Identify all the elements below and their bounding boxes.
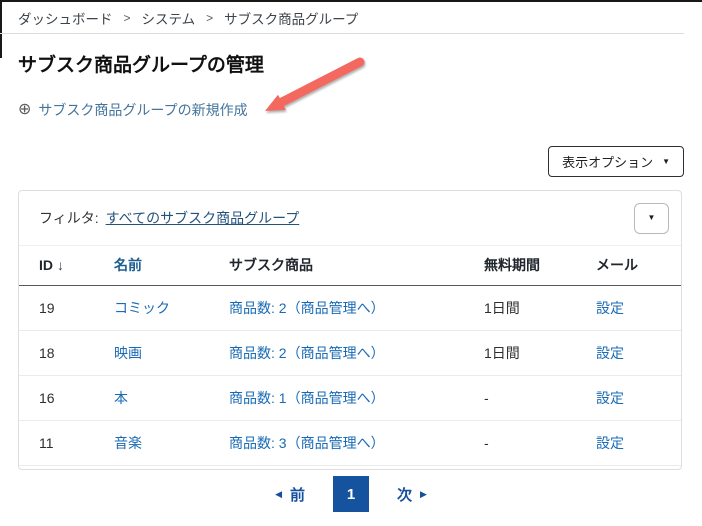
filter-dropdown-button[interactable]: ▼ [634, 202, 669, 234]
window-left-border [0, 0, 2, 58]
filter-value-link[interactable]: すべてのサブスク商品グループ [106, 208, 300, 228]
group-list-panel: フィルタ: すべてのサブスク商品グループ ▼ ID ↓ 名前 サブスク商品 無料期… [18, 190, 682, 470]
group-name-link[interactable]: コミック [114, 300, 170, 316]
column-header-free-period: 無料期間 [484, 246, 596, 286]
right-arrow-icon: ▶ [420, 488, 427, 499]
cell-free-period: - [484, 420, 596, 466]
caret-down-icon: ▼ [647, 213, 656, 222]
breadcrumb-separator: > [206, 11, 214, 25]
table-header-row: ID ↓ 名前 サブスク商品 無料期間 メール [19, 246, 681, 286]
column-header-id-label: ID [39, 257, 53, 274]
cell-free-period: 1日間 [484, 285, 596, 331]
display-options-label: 表示オプション [562, 155, 654, 170]
column-header-name[interactable]: 名前 [114, 246, 229, 286]
pagination-prev-label: 前 [289, 486, 305, 504]
cell-free-period: - [484, 375, 596, 421]
cell-id: 18 [19, 330, 114, 376]
cell-id: 16 [19, 375, 114, 421]
left-arrow-icon: ◀ [275, 488, 282, 499]
products-link[interactable]: 商品数: 2（商品管理へ） [229, 345, 385, 361]
display-options-button[interactable]: 表示オプション ▼ [548, 146, 684, 177]
filter-label: フィルタ: [39, 210, 99, 226]
pagination-next-label: 次 [397, 486, 413, 504]
breadcrumb-item-dashboard[interactable]: ダッシュボード [18, 8, 113, 28]
products-link[interactable]: 商品数: 3（商品管理へ） [229, 435, 385, 451]
column-header-id[interactable]: ID ↓ [19, 246, 114, 286]
create-group-link-label: サブスク商品グループの新規作成 [38, 102, 248, 118]
filter-bar: フィルタ: すべてのサブスク商品グループ ▼ [19, 191, 681, 246]
breadcrumb-separator: > [123, 11, 131, 25]
products-link[interactable]: 商品数: 1（商品管理へ） [229, 390, 385, 406]
breadcrumb-divider [0, 33, 684, 34]
circle-plus-icon: ⊕ [18, 101, 32, 118]
column-header-products: サブスク商品 [229, 246, 484, 286]
cell-id: 11 [19, 420, 114, 466]
breadcrumb-item-system[interactable]: システム [142, 8, 196, 28]
pagination: ◀ 前 1 次 ▶ [0, 476, 702, 512]
pagination-prev[interactable]: ◀ 前 [275, 484, 305, 505]
caret-down-icon: ▼ [662, 156, 670, 166]
table-row: 18 映画 商品数: 2（商品管理へ） 1日間 設定 [19, 330, 681, 376]
table-row: 16 本 商品数: 1（商品管理へ） - 設定 [19, 375, 681, 421]
column-header-mail: メール [596, 246, 681, 286]
group-name-link[interactable]: 音楽 [114, 435, 142, 451]
group-name-link[interactable]: 映画 [114, 345, 142, 361]
breadcrumb: ダッシュボード > システム > サブスク商品グループ [18, 8, 358, 28]
create-group-link[interactable]: ⊕ サブスク商品グループの新規作成 [18, 100, 248, 120]
group-name-link[interactable]: 本 [114, 390, 128, 406]
products-link[interactable]: 商品数: 2（商品管理へ） [229, 300, 385, 316]
breadcrumb-item-current: サブスク商品グループ [224, 12, 359, 27]
pagination-current-page[interactable]: 1 [333, 476, 369, 512]
cell-id: 19 [19, 285, 114, 331]
window-top-border [0, 0, 702, 2]
mail-settings-link[interactable]: 設定 [596, 300, 624, 316]
page-title: サブスク商品グループの管理 [18, 55, 264, 76]
pagination-next[interactable]: 次 ▶ [397, 484, 427, 505]
cell-free-period: 1日間 [484, 330, 596, 376]
mail-settings-link[interactable]: 設定 [596, 390, 624, 406]
table-row: 11 音楽 商品数: 3（商品管理へ） - 設定 [19, 420, 681, 466]
group-table: ID ↓ 名前 サブスク商品 無料期間 メール 19 コミック 商品数: 2（商品… [19, 246, 681, 466]
sort-desc-icon: ↓ [57, 257, 64, 274]
mail-settings-link[interactable]: 設定 [596, 435, 624, 451]
mail-settings-link[interactable]: 設定 [596, 345, 624, 361]
table-row: 19 コミック 商品数: 2（商品管理へ） 1日間 設定 [19, 285, 681, 331]
annotation-arrow-icon [265, 57, 365, 111]
